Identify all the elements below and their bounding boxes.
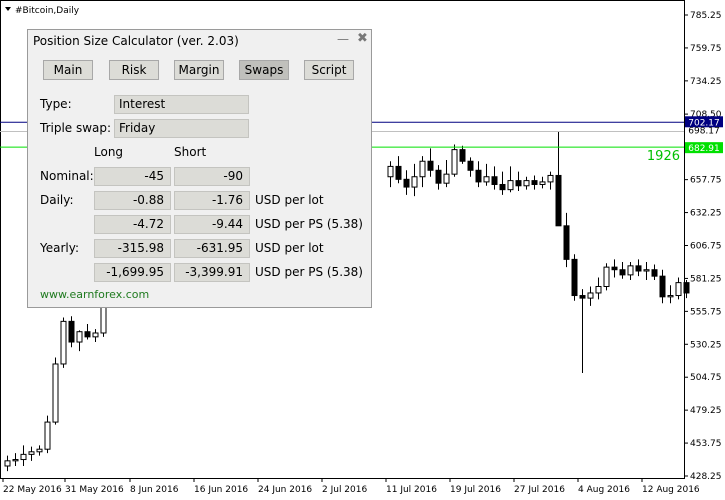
price-tick-label: 581.25 — [690, 274, 722, 284]
triple-swap-label: Triple swap: — [40, 121, 112, 135]
daily-label: Daily: — [40, 193, 74, 207]
daily-lot-long-value: -0.88 — [94, 191, 171, 210]
date-tick-label: 16 Jun 2016 — [194, 485, 248, 495]
date-tick-label: 19 Jul 2016 — [450, 485, 501, 495]
tab-script[interactable]: Script — [304, 60, 354, 80]
nominal-short-value: -90 — [174, 167, 250, 186]
date-tick-label: 24 Jun 2016 — [258, 485, 312, 495]
close-icon[interactable]: ✖ — [357, 31, 368, 46]
price-tick-label: 453.75 — [690, 439, 722, 449]
green-level-label: 1926 — [647, 149, 680, 164]
bid-price-value: 698.17 — [688, 126, 720, 136]
daily-lot-short-value: -1.76 — [174, 191, 250, 210]
yearly-label: Yearly: — [40, 241, 80, 255]
green-price-value: 682.91 — [688, 144, 720, 154]
candle — [603, 263, 610, 291]
yearly-lot-long-value: -315.98 — [94, 239, 171, 258]
date-tick-label: 12 Aug 2016 — [642, 485, 700, 495]
price-tick-label: 504.75 — [690, 373, 722, 383]
nominal-label: Nominal: — [40, 169, 94, 183]
price-tick-label: 632.25 — [690, 209, 722, 219]
daily-lot-unit: USD per lot — [255, 193, 324, 207]
price-tick-label: 479.25 — [690, 406, 722, 416]
price-tick-label: 428.25 — [690, 472, 722, 482]
panel-title: Position Size Calculator (ver. 2.03) — [33, 34, 239, 48]
date-tick-label: 8 Jun 2016 — [130, 485, 179, 495]
yearly-lot-unit: USD per lot — [255, 241, 324, 255]
yearly-ps-short-value: -3,399.91 — [174, 263, 250, 282]
date-tick-label: 27 Jul 2016 — [514, 485, 565, 495]
yearly-ps-long-value: -1,699.95 — [94, 263, 171, 282]
candle — [52, 357, 59, 425]
nominal-long-value: -45 — [94, 167, 171, 186]
tab-risk[interactable]: Risk — [109, 60, 159, 80]
price-tick-label: 785.25 — [690, 11, 722, 21]
price-tick-label: 606.75 — [690, 242, 722, 252]
price-tick-label: 657.75 — [690, 176, 722, 186]
price-tick-label: 555.75 — [690, 307, 722, 317]
green-price-tag: 682.91 — [685, 142, 723, 154]
candle — [571, 254, 578, 301]
date-tick-label: 4 Aug 2016 — [578, 485, 630, 495]
price-axis: 785.25759.75734.25708.50683.00657.75632.… — [684, 11, 722, 482]
yearly-ps-unit: USD per PS (5.38) — [255, 265, 363, 279]
price-tick-label: 530.25 — [690, 340, 722, 350]
type-value: Interest — [114, 95, 249, 114]
daily-ps-long-value: -4.72 — [94, 215, 171, 234]
candle — [60, 317, 67, 368]
position-size-calculator-panel[interactable]: Position Size Calculator (ver. 2.03) — ✖… — [27, 29, 372, 308]
yearly-lot-short-value: -631.95 — [174, 239, 250, 258]
price-tick-label: 759.75 — [690, 44, 722, 54]
minimize-icon[interactable]: — — [337, 32, 349, 46]
tab-swaps[interactable]: Swaps — [239, 60, 289, 80]
short-column-header: Short — [174, 145, 207, 159]
chart-symbol-label: #Bitcoin,Daily — [15, 6, 80, 16]
daily-ps-unit: USD per PS (5.38) — [255, 217, 363, 231]
tab-margin[interactable]: Margin — [174, 60, 224, 80]
date-tick-label: 31 May 2016 — [65, 485, 124, 495]
price-tick-label: 734.25 — [690, 77, 722, 87]
long-column-header: Long — [94, 145, 124, 159]
date-tick-label: 11 Jul 2016 — [386, 485, 437, 495]
daily-ps-short-value: -9.44 — [174, 215, 250, 234]
date-tick-label: 22 May 2016 — [3, 485, 62, 495]
type-label: Type: — [40, 97, 72, 111]
triple-swap-value: Friday — [114, 119, 249, 138]
earnforex-link[interactable]: www.earnforex.com — [40, 288, 149, 301]
candle — [451, 144, 458, 177]
date-axis: 22 May 2016 31 May 2016 8 Jun 2016 16 Jun 2… — [2, 478, 700, 495]
date-tick-label: 2 Jul 2016 — [322, 485, 367, 495]
tab-main[interactable]: Main — [43, 60, 93, 80]
